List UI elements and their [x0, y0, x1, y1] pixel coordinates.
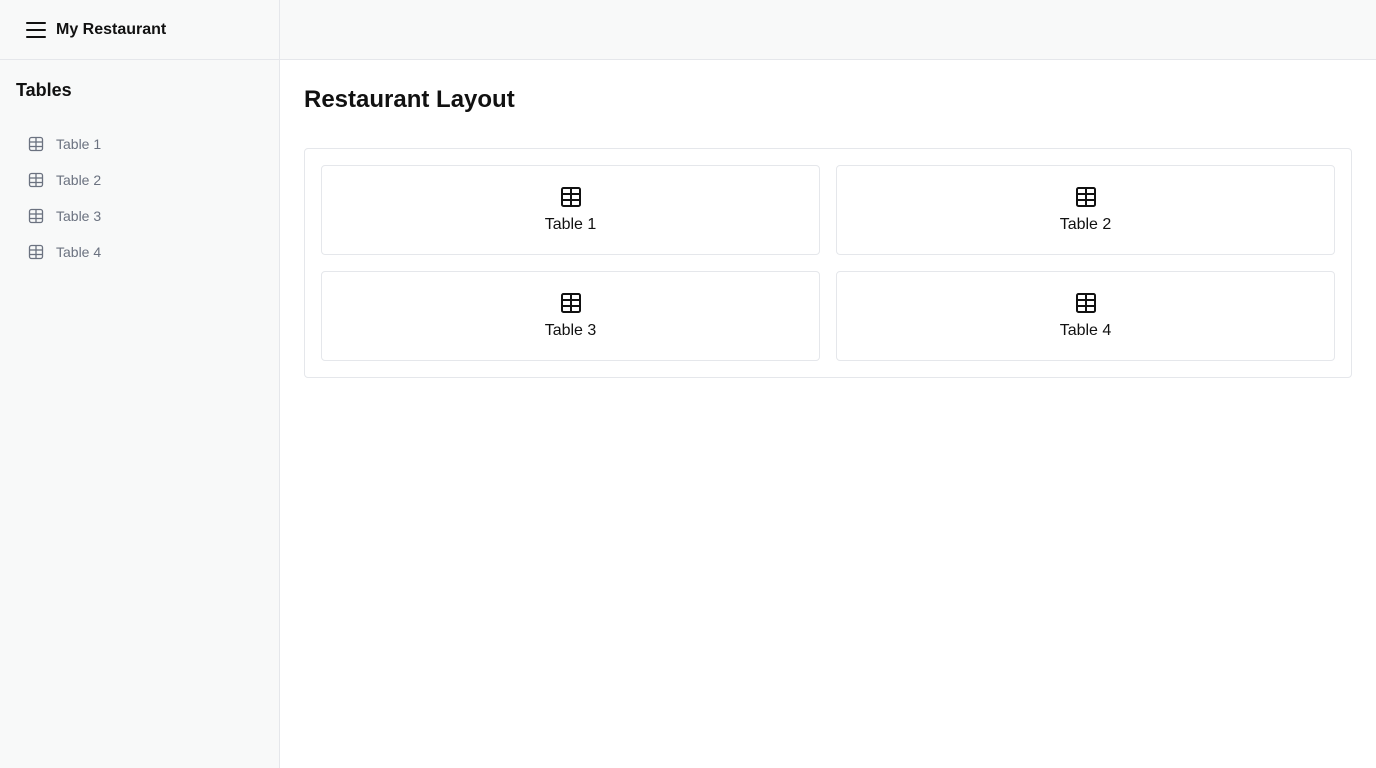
app-title: My Restaurant — [56, 20, 167, 38]
table-grid: Table 1 Table 2 Table 3 Table 4 — [321, 165, 1335, 361]
table-card-label: Table 4 — [1059, 322, 1112, 339]
table-card-4[interactable]: Table 4 — [836, 271, 1335, 361]
sidebar-item-table-3[interactable]: Table 3 — [28, 198, 279, 234]
hamburger-menu-icon[interactable] — [26, 21, 46, 38]
sidebar: My Restaurant Tables Table 1 Table 2 Tab… — [0, 0, 280, 768]
sidebar-item-label: Table 3 — [56, 208, 102, 224]
sidebar-item-label: Table 2 — [56, 172, 102, 188]
restaurant-layout-panel: Table 1 Table 2 Table 3 Table 4 — [304, 148, 1352, 378]
table-icon — [560, 292, 582, 314]
sidebar-item-table-2[interactable]: Table 2 — [28, 162, 279, 198]
table-card-2[interactable]: Table 2 — [836, 165, 1335, 255]
sidebar-section-title: Tables — [16, 80, 72, 100]
brand-bar: My Restaurant — [0, 0, 279, 60]
sidebar-item-label: Table 4 — [56, 244, 102, 260]
app-root: My Restaurant Tables Table 1 Table 2 Tab… — [0, 0, 1376, 768]
main-content: Restaurant Layout Table 1 Table 2 Table … — [280, 60, 1376, 768]
table-icon — [1075, 292, 1097, 314]
table-card-label: Table 2 — [1059, 216, 1112, 233]
sidebar-item-table-1[interactable]: Table 1 — [28, 126, 279, 162]
top-bar — [280, 0, 1376, 60]
table-card-3[interactable]: Table 3 — [321, 271, 820, 361]
table-icon — [28, 244, 44, 260]
table-icon — [28, 208, 44, 224]
table-icon — [28, 172, 44, 188]
sidebar-item-table-4[interactable]: Table 4 — [28, 234, 279, 270]
table-icon — [28, 136, 44, 152]
table-icon — [560, 186, 582, 208]
page-title: Restaurant Layout — [304, 86, 515, 113]
table-icon — [1075, 186, 1097, 208]
sidebar-table-list: Table 1 Table 2 Table 3 Table 4 — [0, 126, 279, 270]
table-card-1[interactable]: Table 1 — [321, 165, 820, 255]
sidebar-item-label: Table 1 — [56, 136, 102, 152]
table-card-label: Table 1 — [544, 216, 597, 233]
table-card-label: Table 3 — [544, 322, 597, 339]
